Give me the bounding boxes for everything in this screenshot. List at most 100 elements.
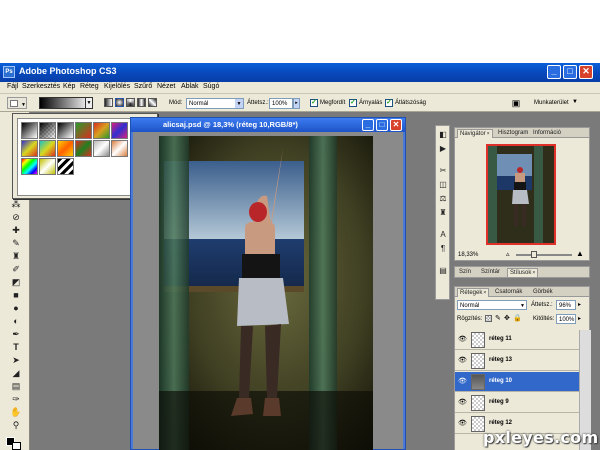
dodge-icon[interactable]: ◐ — [10, 315, 22, 327]
lock-position-icon[interactable]: ✥ — [504, 314, 510, 322]
menu-layer[interactable]: Réteg — [80, 83, 99, 90]
gradient-swatch[interactable] — [111, 122, 128, 139]
eyedropper-tool-icon[interactable]: ✑ — [10, 393, 22, 405]
gradient-swatch[interactable] — [57, 140, 74, 157]
doc-minimize-button[interactable]: _ — [362, 119, 374, 131]
tool-preset-picker[interactable]: ▼ — [7, 97, 27, 109]
tool-presets-icon[interactable]: ▶ — [438, 143, 448, 154]
close-icon[interactable]: × — [532, 270, 535, 276]
gradient-swatch[interactable] — [39, 122, 56, 139]
transparency-checkbox[interactable]: ✓ — [385, 99, 393, 107]
eyedropper-icon[interactable]: ⊘ — [10, 211, 22, 223]
brushes-icon[interactable]: ◧ — [438, 129, 448, 140]
gradient-swatch[interactable] — [39, 140, 56, 157]
lock-pixels-icon[interactable]: ✎ — [495, 314, 501, 322]
gradient-swatch[interactable] — [21, 122, 38, 139]
document-canvas-image[interactable] — [159, 136, 373, 450]
layer-opacity-input[interactable]: 96% — [556, 300, 576, 310]
menu-image[interactable]: Kép — [63, 83, 75, 90]
diamond-gradient-icon[interactable] — [148, 98, 157, 107]
zoom-in-icon[interactable]: ▲ — [576, 249, 584, 258]
eye-icon[interactable]: 👁 — [458, 378, 467, 386]
opacity-slider-arrow[interactable]: ▸ — [293, 98, 300, 109]
gradient-icon[interactable]: ■ — [10, 289, 22, 301]
blur-icon[interactable]: ● — [10, 302, 22, 314]
hand-icon[interactable]: ✋ — [10, 406, 22, 418]
tab-styles[interactable]: Stílusok× — [507, 268, 539, 277]
tab-layers[interactable]: Rétegek× — [457, 288, 490, 297]
close-icon[interactable]: × — [483, 290, 486, 296]
tab-color[interactable]: Szín — [457, 268, 473, 277]
gradient-swatch[interactable] — [57, 158, 74, 175]
healing-brush-icon[interactable]: ✚ — [10, 224, 22, 236]
path-selection-icon[interactable]: ➤ — [10, 354, 22, 366]
tab-info[interactable]: Információ — [531, 129, 563, 138]
gradient-swatch[interactable] — [111, 140, 128, 157]
menu-filter[interactable]: Szűrő — [134, 83, 152, 90]
notes-icon[interactable]: ▤ — [10, 380, 22, 392]
tab-channels[interactable]: Csatornák — [493, 288, 524, 297]
background-color-swatch[interactable] — [12, 442, 21, 450]
menu-select[interactable]: Kijelölés — [104, 83, 130, 90]
chevron-down-icon[interactable]: ▼ — [572, 99, 578, 105]
zoom-out-icon[interactable]: ▵ — [506, 250, 510, 258]
close-button[interactable]: ✕ — [579, 65, 593, 79]
gradient-dropdown-arrow[interactable]: ▼ — [85, 97, 93, 109]
menu-window[interactable]: Ablak — [181, 83, 199, 90]
maximize-button[interactable]: □ — [563, 65, 577, 79]
layer-row-selected[interactable]: 👁 réteg 10 — [455, 372, 579, 392]
gradient-swatch[interactable] — [39, 158, 56, 175]
character-icon[interactable]: A — [438, 229, 448, 240]
tab-paths[interactable]: Görbék — [531, 288, 555, 297]
gradient-swatch[interactable] — [93, 140, 110, 157]
eye-icon[interactable]: 👁 — [458, 336, 467, 344]
menu-view[interactable]: Nézet — [157, 83, 175, 90]
close-icon[interactable]: × — [487, 131, 490, 137]
linear-gradient-icon[interactable] — [104, 98, 113, 107]
menu-edit[interactable]: Szerkesztés — [22, 83, 60, 90]
clone-source-icon[interactable]: ♜ — [438, 207, 448, 218]
layer-row[interactable]: 👁 réteg 11 — [455, 330, 579, 350]
lock-all-icon[interactable]: 🔒 — [513, 314, 522, 322]
magic-wand-icon[interactable]: ⁂ — [10, 198, 22, 210]
tab-navigator[interactable]: Navigátor× — [457, 129, 493, 138]
radial-gradient-icon[interactable] — [115, 98, 124, 107]
shape-icon[interactable]: ◢ — [10, 367, 22, 379]
gradient-swatch[interactable] — [75, 122, 92, 139]
fill-slider-arrow[interactable]: ▸ — [578, 315, 581, 322]
mode-select[interactable]: Normál ▼ — [186, 98, 244, 109]
zoom-slider-thumb[interactable] — [531, 251, 537, 258]
navigator-thumbnail[interactable] — [486, 144, 556, 245]
fill-input[interactable]: 100% — [556, 314, 576, 324]
actions-icon[interactable]: ⚖ — [438, 193, 448, 204]
lock-transparency-icon[interactable] — [485, 315, 492, 322]
angle-gradient-icon[interactable] — [126, 98, 135, 107]
gradient-swatch[interactable] — [21, 158, 38, 175]
dither-checkbox[interactable]: ✓ — [349, 99, 357, 107]
reflected-gradient-icon[interactable] — [137, 98, 146, 107]
reverse-checkbox[interactable]: ✓ — [310, 99, 318, 107]
zoom-icon[interactable]: ⚲ — [10, 419, 22, 431]
workspace-label[interactable]: Munkaterület — [534, 100, 569, 106]
clone-stamp-icon[interactable]: ♜ — [10, 250, 22, 262]
info-icon[interactable]: ▤ — [438, 265, 448, 276]
opacity-input[interactable]: 100% — [269, 98, 293, 109]
layer-comps-icon[interactable]: ✂ — [438, 165, 448, 176]
history-brush-icon[interactable]: ✐ — [10, 263, 22, 275]
gradient-swatch[interactable] — [93, 122, 110, 139]
type-icon[interactable]: T — [10, 341, 22, 353]
eye-icon[interactable]: 👁 — [458, 399, 467, 407]
opacity-slider-arrow[interactable]: ▸ — [578, 301, 581, 308]
gradient-editor-swatch[interactable] — [39, 97, 91, 109]
palette-well-icon[interactable]: ▣ — [509, 97, 523, 109]
tab-swatches[interactable]: Színtár — [479, 268, 502, 277]
menu-file[interactable]: Fájl — [7, 83, 18, 90]
layer-row[interactable]: 👁 réteg 9 — [455, 393, 579, 413]
blend-mode-select[interactable]: Normál ▼ — [457, 300, 527, 310]
eraser-icon[interactable]: ◩ — [10, 276, 22, 288]
gradient-swatch[interactable] — [75, 140, 92, 157]
tab-histogram[interactable]: Hisztogram — [496, 129, 530, 138]
pen-icon[interactable]: ✒ — [10, 328, 22, 340]
eye-icon[interactable]: 👁 — [458, 420, 467, 428]
paragraph-icon[interactable]: ¶ — [438, 243, 448, 254]
